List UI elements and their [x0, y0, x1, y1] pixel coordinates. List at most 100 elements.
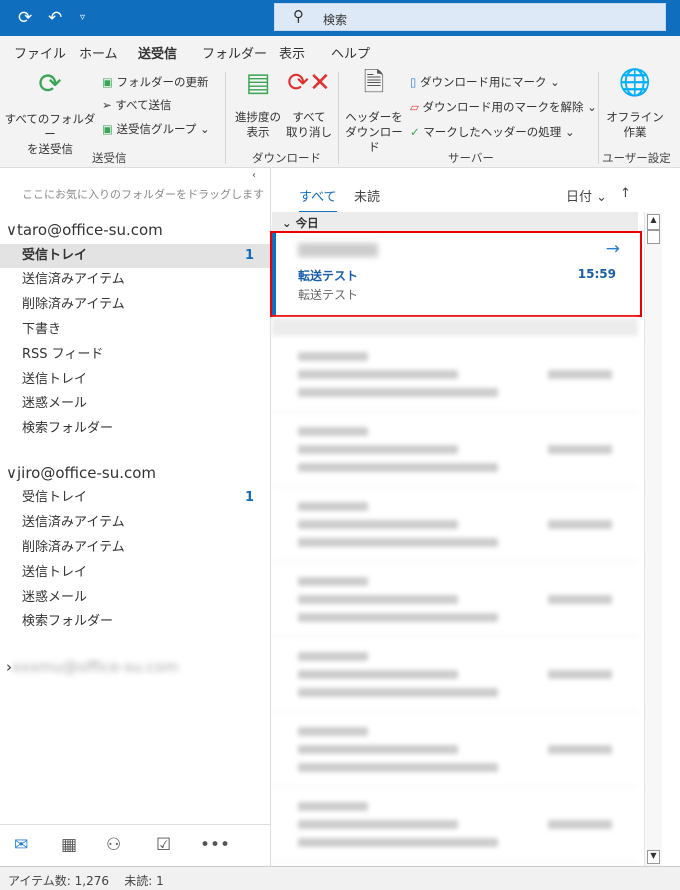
mail-item-redacted[interactable] [272, 340, 638, 412]
sort-direction-icon[interactable]: ↑ [620, 186, 631, 201]
mail-item-redacted[interactable] [272, 565, 638, 637]
title-bar: ⟳ ↶ ▿ ⚲ 検索 [0, 0, 680, 36]
send-receive-all-button[interactable]: ⟳ すべてのフォルダー を送受信 [4, 67, 96, 157]
divider [598, 72, 599, 164]
label: ダウンロード [345, 125, 403, 154]
tab-view[interactable]: 表示 [279, 43, 305, 62]
scroll-thumb[interactable] [647, 230, 660, 244]
folder-junk[interactable]: 迷惑メール [0, 392, 270, 416]
label: ダウンロード用にマーク [420, 75, 547, 89]
send-receive-groups-button[interactable]: ▣ 送受信グループ ⌄ [102, 121, 210, 137]
label: 受信トレイ [22, 248, 88, 263]
cancel-sync-icon: ⟳✕ [287, 68, 331, 98]
folder-deleted[interactable]: 削除済みアイテム [0, 293, 270, 317]
account-name: jiro@office-su.com [16, 464, 157, 482]
folder-outbox[interactable]: 送信トレイ [0, 368, 270, 392]
label: ダウンロード用のマークを解除 [422, 100, 584, 114]
folder-sent[interactable]: 送信済みアイテム [0, 268, 270, 292]
label: を送受信 [27, 142, 73, 156]
label: マークしたヘッダーの処理 [423, 125, 562, 139]
account-name: xxxmu@office-su.com [12, 658, 179, 676]
folder-drafts[interactable]: 下書き [0, 318, 270, 342]
folder-inbox[interactable]: 受信トレイ 1 [0, 244, 270, 268]
folder-rss[interactable]: RSS フィード [0, 343, 270, 367]
show-progress-button[interactable]: ▤ 進捗度の 表示 [230, 68, 286, 140]
account-taro[interactable]: ∨taro@office-su.com [6, 221, 163, 239]
mail-item-redacted[interactable] [272, 715, 638, 787]
mark-icon: ▯ [410, 75, 417, 89]
sender-redacted [298, 243, 378, 257]
filter-unread-tab[interactable]: 未読 [354, 186, 380, 205]
label: 取り消し [286, 125, 332, 139]
send-all-button[interactable]: ➢ すべて送信 [102, 97, 172, 113]
undo-icon[interactable]: ↶ [48, 8, 62, 28]
folder-search[interactable]: 検索フォルダー [0, 610, 270, 634]
scroll-up-icon[interactable]: ▲ [647, 214, 660, 230]
item-count: アイテム数: 1,276 [8, 874, 110, 888]
mail-item-redacted[interactable] [272, 490, 638, 562]
mail-item-redacted[interactable] [272, 415, 638, 487]
sync-icon[interactable]: ⟳ [18, 8, 32, 28]
tab-file[interactable]: ファイル [14, 43, 66, 62]
cancel-all-button[interactable]: ⟳✕ すべて 取り消し [284, 68, 334, 140]
label: 今日 [295, 216, 319, 230]
unmark-download-button[interactable]: ▱ ダウンロード用のマークを解除 ⌄ [410, 99, 597, 115]
favorites-hint: ここにお気に入りのフォルダーをドラッグします [22, 188, 264, 201]
document-download-icon: 🗎 [363, 68, 385, 98]
tab-help[interactable]: ヘルプ [331, 43, 370, 62]
more-icon[interactable]: ••• [200, 835, 230, 855]
account-jiro[interactable]: ∨jiro@office-su.com [6, 464, 156, 482]
selected-mail-item[interactable]: → 転送テスト 15:59 転送テスト [270, 231, 642, 317]
label: 表示 [246, 125, 270, 139]
scroll-down-icon[interactable]: ▼ [647, 850, 660, 864]
customize-toolbar-icon[interactable]: ▿ [80, 12, 85, 23]
label: ヘッダーを [345, 110, 403, 124]
label: すべて送信 [115, 98, 172, 112]
work-offline-button[interactable]: 🌐 オフライン 作業 [604, 68, 666, 140]
folder-search[interactable]: 検索フォルダー [0, 417, 270, 441]
account-third[interactable]: ›xxxmu@office-su.com [6, 658, 178, 676]
mail-subject: 転送テスト [298, 269, 359, 283]
mark-download-button[interactable]: ▯ ダウンロード用にマーク ⌄ [410, 74, 560, 90]
account-name: taro@office-su.com [16, 221, 163, 239]
group-header-today[interactable]: ⌄ 今日 [272, 212, 638, 232]
progress-icon: ▤ [245, 68, 271, 98]
folder-sent[interactable]: 送信済みアイテム [0, 511, 270, 535]
scrollbar[interactable]: ▲ ▼ [644, 212, 662, 866]
label: すべて [292, 110, 326, 124]
people-icon[interactable]: ⚇ [106, 835, 121, 855]
globe-offline-icon: 🌐 [618, 68, 652, 98]
unread-count: 未読: 1 [124, 874, 164, 888]
unread-count: 1 [244, 248, 254, 263]
folder-outbox[interactable]: 送信トレイ [0, 561, 270, 585]
sync-icon: ⟳ [38, 67, 62, 100]
mail-item-redacted[interactable] [272, 790, 638, 862]
filter-all-tab[interactable]: すべて [299, 186, 337, 213]
label: フォルダーの更新 [116, 75, 209, 89]
collapse-pane-icon[interactable]: ‹ [252, 170, 256, 181]
folder-junk[interactable]: 迷惑メール [0, 586, 270, 610]
folder-deleted[interactable]: 削除済みアイテム [0, 536, 270, 560]
mail-icon[interactable]: ✉ [14, 835, 28, 855]
tab-folder[interactable]: フォルダー [202, 43, 267, 62]
process-marked-button[interactable]: ✓ マークしたヘッダーの処理 ⌄ [410, 124, 575, 140]
tab-home[interactable]: ホーム [79, 43, 118, 62]
mail-preview: 転送テスト [298, 288, 359, 302]
divider [338, 72, 339, 164]
calendar-icon[interactable]: ▦ [61, 835, 77, 855]
label: オフライン [606, 110, 664, 124]
group-label: サーバー [448, 151, 494, 165]
group-header-redacted[interactable] [272, 318, 638, 336]
sort-dropdown[interactable]: 日付 ⌄ [566, 186, 607, 205]
search-icon: ⚲ [293, 7, 304, 25]
download-headers-button[interactable]: 🗎 ヘッダーを ダウンロード [342, 68, 406, 155]
update-folder-button[interactable]: ▣ フォルダーの更新 [102, 74, 209, 90]
mail-item-redacted[interactable] [272, 640, 638, 712]
selection-bar [272, 233, 276, 315]
search-input[interactable]: ⚲ 検索 [274, 3, 666, 31]
tasks-icon[interactable]: ☑ [156, 835, 171, 855]
group-label: ダウンロード [252, 151, 321, 165]
unread-count: 1 [244, 490, 254, 505]
folder-inbox[interactable]: 受信トレイ 1 [0, 486, 270, 510]
divider [225, 72, 226, 164]
